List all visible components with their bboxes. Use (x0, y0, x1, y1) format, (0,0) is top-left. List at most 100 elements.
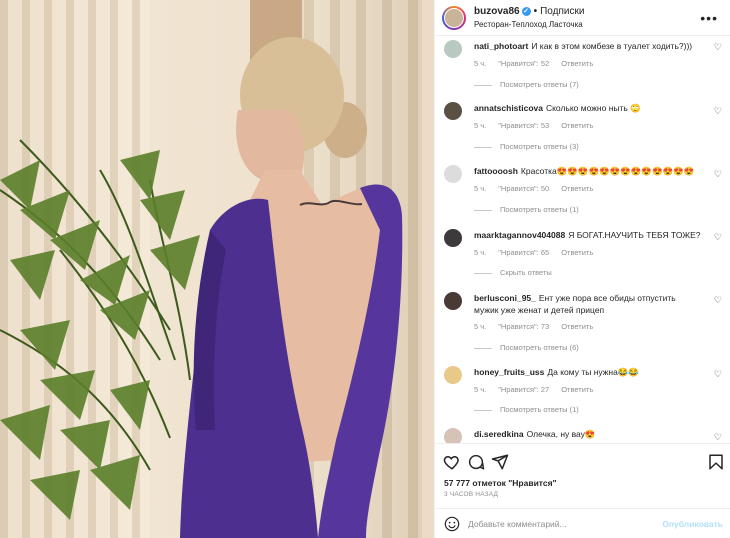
comment-text: maarktagannov404088 Я БОГАТ.НАУЧИТЬ ТЕБЯ … (474, 229, 702, 241)
comment-likes[interactable]: "Нравится": 27 (498, 385, 549, 394)
view-replies-label: Посмотреть ответы (1) (500, 405, 579, 414)
comment-meta: 5 ч. "Нравится": 53 Ответить (474, 121, 605, 130)
comment-likes[interactable]: "Нравится": 73 (498, 322, 549, 331)
post-location[interactable]: Ресторан-Теплоход Ласточка (474, 20, 583, 29)
comment-meta: 5 ч. "Нравится": 27 Ответить (474, 385, 605, 394)
comment-time: 5 ч. (474, 385, 487, 394)
more-options-icon[interactable]: ••• (700, 11, 718, 25)
comment-text: annatschistiсova Сколько можно ныть 🙄 (474, 102, 702, 114)
commenter-username[interactable]: nati_photoart (474, 41, 528, 51)
replies-line (474, 409, 492, 411)
comment-likes[interactable]: "Нравится": 52 (498, 59, 549, 68)
comment-text: berlusconi_95_ Ент уже пора все обиды отп… (474, 292, 702, 316)
comment-body: Красотка😍😍😍😍😍😍😍😍😍😍😍😍😍 (520, 166, 695, 176)
comment-likes[interactable]: "Нравится": 53 (498, 121, 549, 130)
author-avatar[interactable] (442, 6, 466, 30)
hide-replies[interactable]: Скрыть ответы (474, 268, 552, 277)
comment-like-heart-icon[interactable]: ♡ (714, 42, 722, 53)
commenter-avatar[interactable] (444, 229, 462, 247)
reply-button[interactable]: Ответить (561, 121, 593, 130)
comment-icon[interactable] (467, 453, 485, 471)
comment-body: Олечка, ну вау😍 (526, 429, 596, 439)
commenter-username[interactable]: maarktagannov404088 (474, 230, 565, 240)
comment-meta: 5 ч. "Нравится": 52 Ответить (474, 59, 605, 68)
comment-likes[interactable]: "Нравится": 65 (498, 248, 549, 257)
post-time: 3 ЧАСОВ НАЗАД (444, 491, 499, 498)
commenter-username[interactable]: annatschistiсova (474, 103, 543, 113)
add-comment-bar: Опубликовать (435, 508, 730, 538)
emoji-icon[interactable] (444, 516, 460, 532)
comment-meta: 5 ч. "Нравится": 73 Ответить (474, 322, 605, 331)
comment-input[interactable] (468, 516, 658, 532)
comment-like-heart-icon[interactable]: ♡ (714, 432, 722, 443)
reply-button[interactable]: Ответить (561, 385, 593, 394)
author-username[interactable]: buzovа86 (474, 6, 520, 17)
author-line: buzovа86 ✓ • Подписки (474, 6, 584, 17)
heart-icon[interactable] (443, 453, 461, 471)
commenter-username[interactable]: fattoooosh (474, 166, 518, 176)
comment-time: 5 ч. (474, 121, 487, 130)
view-replies[interactable]: Посмотреть ответы (1) (474, 405, 579, 414)
comment-text: fattoooosh Красотка😍😍😍😍😍😍😍😍😍😍😍😍😍 (474, 165, 702, 177)
post-photo[interactable] (0, 0, 434, 538)
comment-time: 5 ч. (474, 184, 487, 193)
comment-body: Я БОГАТ.НАУЧИТЬ ТЕБЯ ТОЖЕ? (568, 230, 701, 240)
commenter-avatar[interactable] (444, 102, 462, 120)
likes-count[interactable]: 57 777 отметок "Нравится" (444, 478, 557, 488)
hide-replies-label: Скрыть ответы (500, 268, 552, 277)
view-replies[interactable]: Посмотреть ответы (3) (474, 142, 579, 151)
verified-badge-icon: ✓ (521, 6, 531, 16)
comment-meta: 5 ч. "Нравится": 50 Ответить (474, 184, 605, 193)
comment-text: nati_photoart И как в этом комбезе в туал… (474, 40, 702, 52)
publish-button[interactable]: Опубликовать (662, 519, 723, 529)
comments-list[interactable]: nati_photoart И как в этом комбезе в туал… (435, 36, 730, 443)
comment-body: И как в этом комбезе в туалет ходить?))) (531, 41, 693, 51)
comment-body: Сколько можно ныть 🙄 (545, 103, 641, 113)
reply-button[interactable]: Ответить (561, 322, 593, 331)
commenter-username[interactable]: honey_fruits_uss (474, 367, 544, 377)
view-replies[interactable]: Посмотреть ответы (6) (474, 343, 579, 352)
following-button[interactable]: Подписки (540, 6, 584, 17)
replies-line (474, 209, 492, 211)
view-replies[interactable]: Посмотреть ответы (7) (474, 80, 579, 89)
view-replies-label: Посмотреть ответы (6) (500, 343, 579, 352)
commenter-username[interactable]: di.seredkina (474, 429, 524, 439)
view-replies-label: Посмотреть ответы (7) (500, 80, 579, 89)
comment-body: Да кому ты нужна😂😂 (547, 367, 640, 377)
comment-text: honey_fruits_uss Да кому ты нужна😂😂 (474, 366, 702, 378)
bookmark-icon[interactable] (707, 453, 725, 471)
reply-button[interactable]: Ответить (561, 184, 593, 193)
commenter-avatar[interactable] (444, 292, 462, 310)
commenter-username[interactable]: berlusconi_95_ (474, 293, 536, 303)
comment-like-heart-icon[interactable]: ♡ (714, 232, 722, 243)
comment-meta: 5 ч. "Нравится": 65 Ответить (474, 248, 605, 257)
comment-like-heart-icon[interactable]: ♡ (714, 106, 722, 117)
comment-time: 5 ч. (474, 59, 487, 68)
replies-line (474, 84, 492, 86)
comment-text: di.seredkina Олечка, ну вау😍 (474, 428, 702, 440)
reply-button[interactable]: Ответить (561, 248, 593, 257)
replies-line (474, 272, 492, 274)
comment-time: 5 ч. (474, 322, 487, 331)
replies-line (474, 146, 492, 148)
view-replies-label: Посмотреть ответы (3) (500, 142, 579, 151)
replies-line (474, 347, 492, 349)
separator-dot: • (533, 6, 538, 17)
commenter-avatar[interactable] (444, 165, 462, 183)
comment-like-heart-icon[interactable]: ♡ (714, 295, 722, 306)
reply-button[interactable]: Ответить (561, 59, 593, 68)
share-icon[interactable] (491, 453, 509, 471)
post-actions (435, 443, 730, 479)
comment-time: 5 ч. (474, 248, 487, 257)
comment-like-heart-icon[interactable]: ♡ (714, 369, 722, 380)
commenter-avatar[interactable] (444, 428, 462, 443)
view-replies[interactable]: Посмотреть ответы (1) (474, 205, 579, 214)
comment-likes[interactable]: "Нравится": 50 (498, 184, 549, 193)
post-sidebar: buzovа86 ✓ • Подписки Ресторан-Теплоход Лас… (434, 0, 730, 538)
woman-in-purple-dress (0, 37, 403, 538)
commenter-avatar[interactable] (444, 40, 462, 58)
commenter-avatar[interactable] (444, 366, 462, 384)
comment-like-heart-icon[interactable]: ♡ (714, 169, 722, 180)
post-header: buzovа86 ✓ • Подписки Ресторан-Теплоход Лас… (435, 0, 730, 36)
view-replies-label: Посмотреть ответы (1) (500, 205, 579, 214)
